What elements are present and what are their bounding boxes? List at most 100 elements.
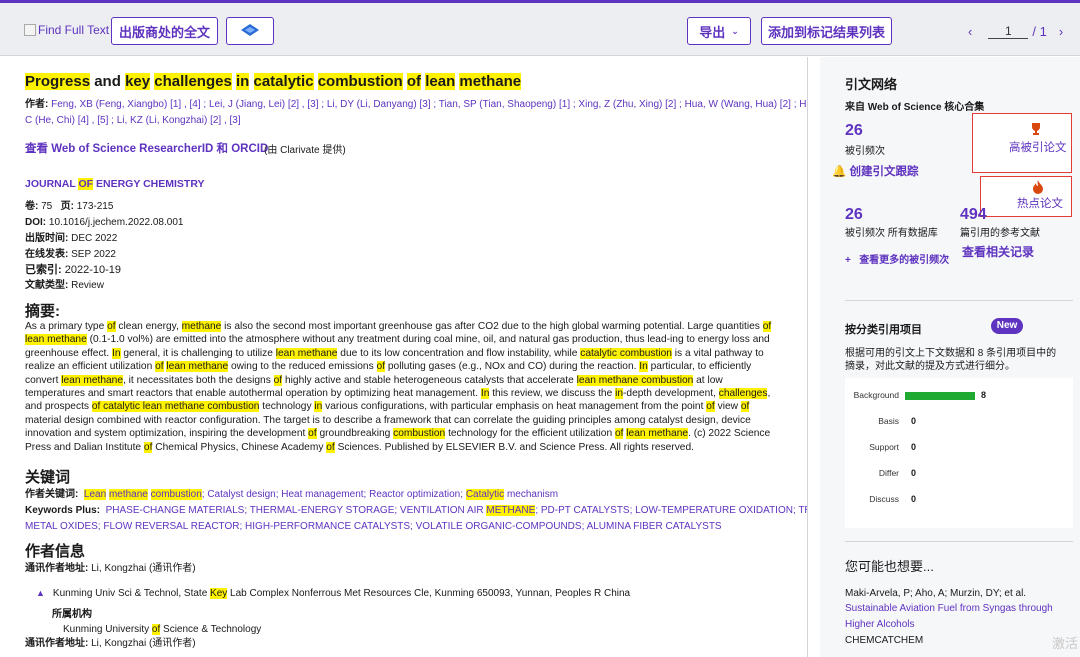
text-segment: owing to the reduced emissions [228, 361, 377, 373]
authors-label: 作者: [25, 99, 49, 110]
divider-2 [845, 541, 1073, 542]
caret-up-icon[interactable]: ▲ [36, 588, 45, 598]
all-db-count[interactable]: 26 [845, 206, 863, 224]
find-full-text-label: Find Full Text [38, 23, 110, 37]
highlighted-term: combustion [317, 73, 403, 90]
suggestion-title[interactable]: Sustainable Aviation Fuel from Syngas th… [845, 603, 1053, 614]
highlighted-term: lean methane [61, 374, 123, 386]
highlighted-term: of [376, 361, 386, 373]
researcher-id-link[interactable]: 查看 Web of Science ResearcherID 和 ORCID [25, 140, 268, 156]
text-segment: general, it is challenging to utilize [120, 347, 276, 359]
text-segment: due to its low concentration and flow in… [337, 347, 581, 359]
add-to-marked-label: 添加到标记结果列表 [768, 24, 886, 40]
highlighted-term: of catalytic lean methane combustion [91, 401, 260, 413]
affiliation-label: 所属机构 [52, 609, 92, 620]
hot-paper-label: 热点论文 [1017, 198, 1063, 210]
address-row[interactable]: ▲ Kunming Univ Sci & Technol, State Key L… [36, 585, 630, 602]
refs-count[interactable]: 494 [960, 206, 987, 224]
hot-paper-box[interactable]: 热点论文 [980, 176, 1072, 217]
text-segment: Sciences. Published by ELSEVIER B.V. and… [334, 441, 694, 453]
highlighted-term: Lean [83, 489, 107, 500]
volume-pages: 卷: 75 页: 173-215 [25, 201, 114, 212]
keywords-plus[interactable]: PHASE-CHANGE MATERIALS; THERMAL-ENERGY S… [105, 505, 807, 516]
fire-icon [1033, 180, 1043, 194]
text-segment: ENERGY CHEMISTRY [93, 178, 205, 190]
broken-image-icon [24, 24, 36, 36]
keywords-plus-2[interactable]: METAL OXIDES; FLOW REVERSAL REACTOR; HIG… [25, 519, 722, 535]
add-to-marked-list-button[interactable]: 添加到标记结果列表 [761, 17, 892, 45]
export-button[interactable]: 导出 ⌄ [687, 17, 751, 45]
find-full-text-link[interactable]: Find Full Text [24, 23, 109, 37]
graduation-cap-icon [241, 24, 259, 36]
view-more-cited-link[interactable]: + 查看更多的被引频次 [845, 251, 949, 266]
text-segment [249, 73, 253, 90]
category-value: 0 [911, 468, 917, 478]
address-text: Kunming Univ Sci & Technol, State Key La… [53, 588, 630, 599]
category-value: 8 [981, 390, 987, 400]
category-label: Basis [878, 416, 899, 426]
record-main: Progress and key challenges in catalytic… [0, 57, 808, 657]
core-collection-label: 来自 Web of Science 核心合集 [845, 102, 985, 113]
highlighted-term: challenges [718, 388, 768, 400]
pagination: ‹ 1 / 1 › [968, 24, 1063, 39]
abstract-text: As a primary type of clean energy, metha… [25, 320, 783, 454]
highlighted-term: lean methane [25, 334, 87, 346]
scholar-icon-button[interactable] [226, 17, 274, 45]
chevron-right-icon[interactable]: › [1059, 24, 1063, 39]
cited-count[interactable]: 26 [845, 122, 863, 140]
all-db-label: 被引频次 所有数据库 [845, 228, 938, 239]
highlighted-term: methane [459, 73, 522, 90]
online-row: 在线发表: SEP 2022 [25, 249, 116, 260]
highlighted-term: lean methane [166, 361, 229, 373]
highlighted-term: lean [425, 73, 456, 90]
highlighted-term: Key [210, 588, 228, 599]
category-label: Support [869, 442, 899, 452]
highlighted-term: key [125, 73, 151, 90]
might-like-heading: 您可能也想要... [845, 559, 934, 574]
highlighted-term: Progress [25, 73, 91, 90]
highlighted-term: of [706, 401, 715, 413]
corr-author-row: 通讯作者地址: Li, Kongzhai (通讯作者) [25, 563, 196, 574]
text-segment: groundbreaking [316, 428, 394, 440]
highlighted-term: combustion [393, 428, 446, 440]
highlighted-term: of [107, 321, 116, 332]
text-segment: mechanism [504, 489, 559, 500]
page-input[interactable]: 1 [988, 24, 1029, 39]
text-segment: is also the second most important greenh… [221, 321, 763, 332]
publisher-full-text-button[interactable]: 出版商处的全文 [111, 17, 218, 45]
record-title: Progress and key challenges in catalytic… [25, 73, 522, 90]
text-segment: clean energy, [115, 321, 182, 332]
view-related-link[interactable]: 查看相关记录 [962, 243, 1034, 260]
highlighted-term: of [762, 321, 772, 332]
highly-cited-box[interactable]: 高被引论文 [972, 113, 1072, 173]
doi-row: DOI: 10.1016/j.jechem.2022.08.001 [25, 217, 184, 228]
suggestion-title-2[interactable]: Higher Alcohols [845, 619, 914, 630]
highlighted-term: of [406, 73, 422, 90]
create-alert-link[interactable]: 🔔 创建引文跟踪 [832, 163, 919, 179]
author-keywords[interactable]: Lean methane combustion; Catalyst design… [83, 489, 559, 500]
category-label: Background [853, 390, 899, 400]
highlighted-term: In [639, 361, 648, 373]
journal-link[interactable]: JOURNAL OF ENERGY CHEMISTRY [25, 178, 205, 190]
authors-text-2[interactable]: C (He, Chi) [4] , [5] ; Li, KZ (Li, Kong… [25, 113, 241, 129]
highlighted-term: of [326, 441, 335, 453]
highlighted-term: methane [108, 489, 148, 500]
text-segment: and [90, 73, 126, 90]
category-bar[interactable] [905, 392, 975, 400]
authors-text[interactable]: Feng, XB (Feng, Xiangbo) [1] , [4] ; Lei… [51, 99, 807, 110]
cite-desc-2: 摘录，对此文献的提及方式进行细分。 [845, 361, 1015, 372]
highlighted-term: catalytic combustion [580, 347, 672, 359]
category-label: Discuss [869, 494, 899, 504]
text-segment: , it necessitates both the designs [123, 374, 274, 386]
highlighted-term: In [112, 347, 121, 359]
text-segment: Science & Technology [160, 624, 262, 635]
category-label: Differ [878, 468, 899, 478]
text-segment: PHASE-CHANGE MATERIALS; THERMAL-ENERGY S… [105, 505, 487, 516]
highlighted-term: lean methane combustion [576, 374, 694, 386]
text-segment: Chemical Physics, Chinese Academy [152, 441, 327, 453]
text-segment: this review, we discuss the [489, 388, 616, 400]
refs-label: 篇引用的参考文献 [960, 228, 1040, 239]
chevron-down-icon: ⌄ [731, 25, 739, 36]
chevron-left-icon[interactable]: ‹ [968, 24, 972, 39]
text-segment: technology for the efficient utilization [445, 428, 615, 440]
